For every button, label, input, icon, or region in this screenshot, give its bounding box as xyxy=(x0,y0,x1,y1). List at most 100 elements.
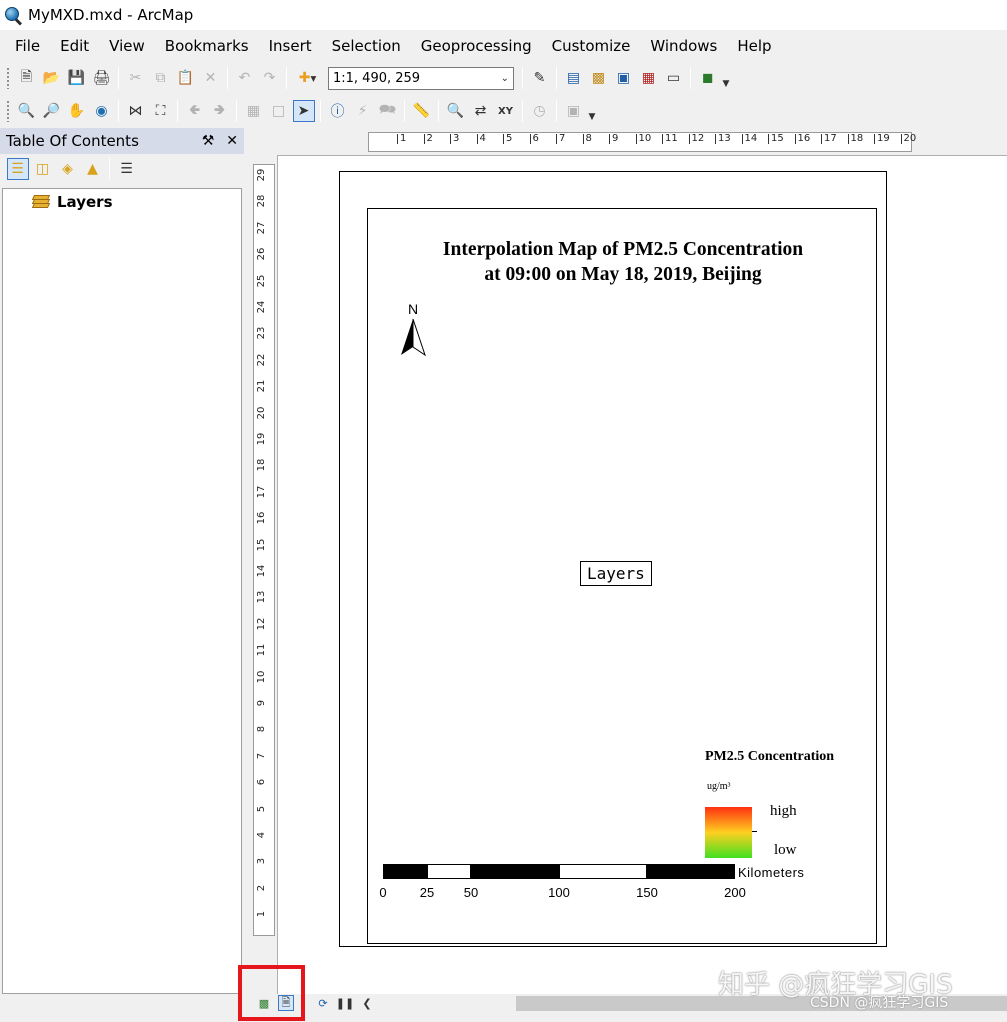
menu-view[interactable]: View xyxy=(99,32,155,60)
add-data-icon[interactable]: ✚ ▾ xyxy=(293,67,323,89)
legend-tick xyxy=(752,831,757,832)
north-label: N xyxy=(407,301,419,317)
refresh-icon[interactable]: ⟳ xyxy=(315,995,331,1011)
map-title-line-1: Interpolation Map of PM2.5 Concentration xyxy=(442,239,804,260)
ruler-tick-label: 5 xyxy=(256,805,267,812)
scale-bar-unit: Kilometers xyxy=(738,865,805,880)
zoom-in-icon[interactable]: 🔍 xyxy=(16,100,38,122)
menu-help[interactable]: Help xyxy=(727,32,781,60)
ruler-tick-label: 17 xyxy=(821,134,837,144)
menu-bookmarks[interactable]: Bookmarks xyxy=(155,32,259,60)
ruler-tick-label: 2 xyxy=(423,134,433,144)
ruler-tick-label: 24 xyxy=(256,300,267,314)
toc-window-icon[interactable]: ▤ xyxy=(563,67,585,89)
python-window-icon[interactable]: ▭ xyxy=(663,67,685,89)
print-icon[interactable]: 🖨 xyxy=(91,67,113,89)
menu-customize[interactable]: Customize xyxy=(542,32,641,60)
save-icon[interactable]: 💾 xyxy=(66,67,88,89)
menu-file[interactable]: File xyxy=(5,32,50,60)
ruler-tick-label: 17 xyxy=(256,485,267,499)
north-arrow[interactable]: N xyxy=(398,301,428,361)
redo-icon[interactable]: ↷ xyxy=(259,67,281,89)
find-binoculars-icon[interactable]: 🔍 xyxy=(445,100,467,122)
open-folder-icon[interactable]: 📂 xyxy=(41,67,63,89)
forward-arrow-icon[interactable]: 🢂 xyxy=(209,100,231,122)
pause-drawing-icon[interactable]: ❚❚ xyxy=(336,995,354,1011)
layout-canvas[interactable]: Interpolation Map of PM2.5 Concentration… xyxy=(277,155,1007,994)
list-by-drawing-order-icon[interactable]: ☰ xyxy=(6,158,29,180)
horizontal-ruler: 1 2 3 4 5 6 7 8 9 10 11 12 13 14 15 16 17 18 19 20 xyxy=(368,132,916,152)
back-arrow-icon[interactable]: 🢀 xyxy=(184,100,206,122)
undo-icon[interactable]: ↶ xyxy=(234,67,256,89)
create-viewer-window-icon[interactable]: ▣ xyxy=(563,100,585,122)
ruler-tick-label: 22 xyxy=(256,353,267,367)
ruler-tick-label: 26 xyxy=(256,247,267,261)
layer-item-layers[interactable]: Layers xyxy=(31,193,113,211)
search-window-icon[interactable]: ▣ xyxy=(613,67,635,89)
scale-bar[interactable] xyxy=(383,864,735,879)
identify-icon[interactable]: ⓘ xyxy=(327,100,349,122)
clear-selection-icon[interactable]: □ xyxy=(268,100,290,122)
legend-title[interactable]: PM2.5 Concentration xyxy=(705,749,834,765)
map-scale-dropdown[interactable]: 1:1, 490, 259 ⌄ xyxy=(328,66,514,90)
data-frame-label[interactable]: Layers xyxy=(580,561,652,586)
scale-bar-segment xyxy=(427,864,471,879)
new-document-icon[interactable]: 🗎 xyxy=(16,67,38,89)
catalog-window-icon[interactable]: ▩ xyxy=(588,67,610,89)
delete-icon[interactable]: ✕ xyxy=(200,67,222,89)
model-builder-icon[interactable]: ◼ xyxy=(697,67,719,89)
paste-icon[interactable]: 📋 xyxy=(175,67,197,89)
map-scale-value: 1:1, 490, 259 xyxy=(333,70,421,86)
menu-selection[interactable]: Selection xyxy=(322,32,411,60)
map-title[interactable]: Interpolation Map of PM2.5 Concentration… xyxy=(368,237,878,287)
ruler-tick-label: 14 xyxy=(256,564,267,578)
ruler-tick-label: 11 xyxy=(662,134,678,144)
editor-toolbar-icon[interactable]: ✎ xyxy=(529,67,551,89)
ruler-tick-label: 14 xyxy=(741,134,757,144)
cut-icon[interactable]: ✂ xyxy=(125,67,147,89)
list-by-visibility-icon[interactable]: ◈ xyxy=(57,158,79,180)
ruler-tick-label: 10 xyxy=(256,670,267,683)
layers-stack-icon xyxy=(31,194,51,210)
time-slider-icon[interactable]: ◷ xyxy=(529,100,551,122)
full-extent-globe-icon[interactable]: ◉ xyxy=(91,100,113,122)
measure-icon[interactable]: 📏 xyxy=(411,100,433,122)
close-icon[interactable]: ✕ xyxy=(226,133,238,149)
arctoolbox-icon[interactable]: ▦ xyxy=(638,67,660,89)
list-by-source-icon[interactable]: ◫ xyxy=(32,158,54,180)
scroll-left-icon[interactable]: ❮ xyxy=(359,995,375,1011)
pin-icon[interactable]: ⚒ xyxy=(202,133,215,149)
legend-color-ramp xyxy=(705,807,752,858)
goto-xy-icon[interactable]: XY xyxy=(495,100,517,122)
ruler-tick-label: 16 xyxy=(256,511,267,525)
standard-toolbar: 🗎 📂 💾 🖨 ✂ ⧉ 📋 ✕ ↶ ↷ ✚ ▾ 1:1, 490, 259 ⌄ ✎… xyxy=(0,62,1007,94)
zoom-out-icon[interactable]: 🔎 xyxy=(41,100,63,122)
ruler-tick-label: 8 xyxy=(256,726,267,733)
hyperlink-icon[interactable]: ⚡ xyxy=(352,100,374,122)
menu-windows[interactable]: Windows xyxy=(640,32,727,60)
toolbar-grip[interactable] xyxy=(6,100,10,122)
ruler-tick-label: 20 xyxy=(256,406,267,419)
toolbar-overflow-icon[interactable]: ▼ xyxy=(720,67,732,89)
menu-insert[interactable]: Insert xyxy=(259,32,322,60)
toolbar-grip[interactable] xyxy=(6,67,10,89)
menu-geoprocessing[interactable]: Geoprocessing xyxy=(411,32,542,60)
toolbar-overflow-icon[interactable]: ▼ xyxy=(586,100,598,122)
html-popup-icon[interactable]: 🗪 xyxy=(377,100,399,122)
menu-edit[interactable]: Edit xyxy=(50,32,99,60)
fixed-zoom-in-icon[interactable]: ⋈ xyxy=(125,100,147,122)
find-route-icon[interactable]: ⇄ xyxy=(470,100,492,122)
toc-options-icon[interactable]: ☰ xyxy=(116,158,138,180)
select-elements-arrow-icon[interactable]: ➤ xyxy=(292,100,315,122)
fixed-zoom-out-icon[interactable]: ⛶ xyxy=(150,100,172,122)
pan-hand-icon[interactable]: ✋ xyxy=(66,100,88,122)
legend-high-label: high xyxy=(770,803,797,819)
arcmap-logo-icon xyxy=(4,6,23,26)
ruler-tick-label: 9 xyxy=(609,134,618,144)
list-by-selection-icon[interactable]: ▲ xyxy=(82,158,104,180)
copy-icon[interactable]: ⧉ xyxy=(150,67,172,89)
ruler-tick-label: 1 xyxy=(256,911,267,918)
scale-bar-label: 100 xyxy=(548,885,570,900)
select-features-icon[interactable]: ▦ xyxy=(243,100,265,122)
layer-name: Layers xyxy=(57,193,113,211)
